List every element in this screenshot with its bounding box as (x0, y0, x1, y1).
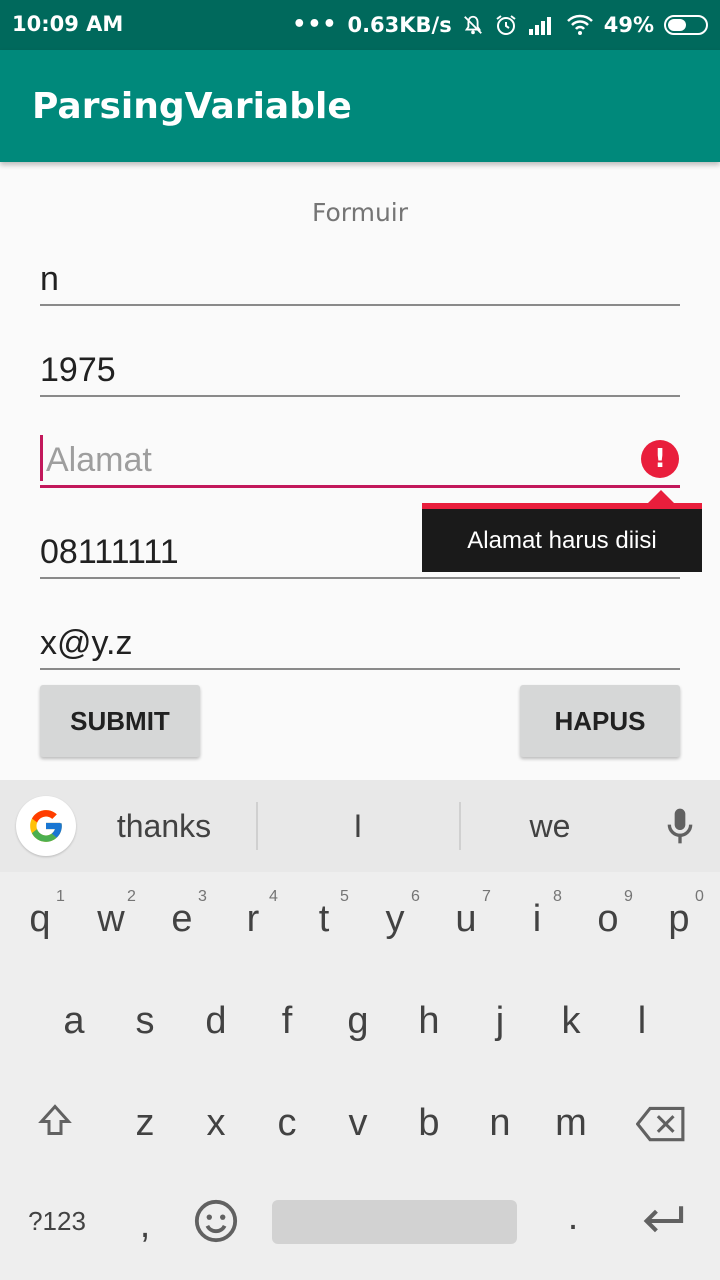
alarm-icon (494, 13, 518, 37)
key-hint-1: 1 (56, 888, 65, 905)
soft-keyboard: thanks I we ?123 , . q1w2e3r4t5y6u7i8o9p… (0, 780, 720, 1280)
key-hint-3: 3 (198, 888, 207, 905)
suggestion-2[interactable]: I (330, 808, 386, 845)
key-hint-8: 8 (553, 888, 562, 905)
battery-fill (668, 18, 686, 31)
key-d[interactable]: d (181, 1000, 251, 1043)
microphone-icon[interactable] (664, 806, 696, 850)
key-f[interactable]: f (252, 1000, 322, 1043)
status-dots: ••• (292, 12, 338, 37)
form-title: Formuir (311, 198, 409, 227)
text-cursor (40, 435, 43, 481)
key-k[interactable]: k (536, 1000, 606, 1043)
symbols-key[interactable]: ?123 (22, 1206, 92, 1237)
key-x[interactable]: x (181, 1102, 251, 1145)
key-hint-6: 6 (411, 888, 420, 905)
key-m[interactable]: m (536, 1102, 606, 1145)
suggestion-divider (256, 802, 258, 850)
suggestion-1[interactable]: thanks (100, 808, 228, 845)
error-tooltip: Alamat harus diisi (422, 503, 702, 572)
battery-icon (664, 14, 708, 35)
key-hint-0: 0 (695, 888, 704, 905)
shift-key[interactable] (20, 1102, 90, 1148)
space-key[interactable] (272, 1200, 517, 1244)
suggestion-3[interactable]: we (510, 808, 590, 845)
suggestion-divider (459, 802, 461, 850)
key-l[interactable]: l (607, 1000, 677, 1043)
key-hint-4: 4 (269, 888, 278, 905)
key-hint-5: 5 (340, 888, 349, 905)
key-c[interactable]: c (252, 1102, 322, 1145)
key-v[interactable]: v (323, 1102, 393, 1145)
suggestion-bar: thanks I we (0, 780, 720, 872)
key-h[interactable]: h (394, 1000, 464, 1043)
enter-key[interactable] (628, 1202, 698, 1250)
key-hint-9: 9 (624, 888, 633, 905)
google-logo-icon[interactable] (16, 796, 76, 856)
key-b[interactable]: b (394, 1102, 464, 1145)
key-z[interactable]: z (110, 1102, 180, 1145)
app-bar: ParsingVariable (0, 50, 720, 162)
status-time: 10:09 AM (12, 12, 124, 36)
key-g[interactable]: g (323, 1000, 393, 1043)
key-s[interactable]: s (110, 1000, 180, 1043)
status-bar: 10:09 AM ••• 0.63KB/s 49% (0, 0, 720, 50)
key-j[interactable]: j (465, 1000, 535, 1043)
submit-button[interactable]: SUBMIT (40, 685, 200, 757)
bell-off-icon (462, 14, 484, 36)
key-n[interactable]: n (465, 1102, 535, 1145)
backspace-key[interactable] (626, 1106, 696, 1152)
email-field[interactable] (40, 618, 680, 670)
year-field[interactable] (40, 345, 680, 397)
battery-percent: 49% (603, 12, 654, 37)
network-speed: 0.63KB/s (347, 12, 452, 37)
error-icon[interactable]: ! (641, 440, 679, 478)
key-hint-7: 7 (482, 888, 491, 905)
emoji-key[interactable] (181, 1198, 251, 1254)
clear-button[interactable]: HAPUS (520, 685, 680, 757)
address-field[interactable] (40, 436, 680, 488)
wifi-icon (566, 14, 594, 36)
status-icons: ••• 0.63KB/s 49% (292, 12, 708, 37)
app-title: ParsingVariable (32, 86, 352, 127)
tooltip-arrow (647, 490, 675, 504)
key-a[interactable]: a (39, 1000, 109, 1043)
period-key[interactable]: . (538, 1196, 608, 1239)
name-field[interactable] (40, 254, 680, 306)
comma-key[interactable]: , (110, 1204, 180, 1247)
signal-icon (528, 15, 556, 35)
key-hint-2: 2 (127, 888, 136, 905)
